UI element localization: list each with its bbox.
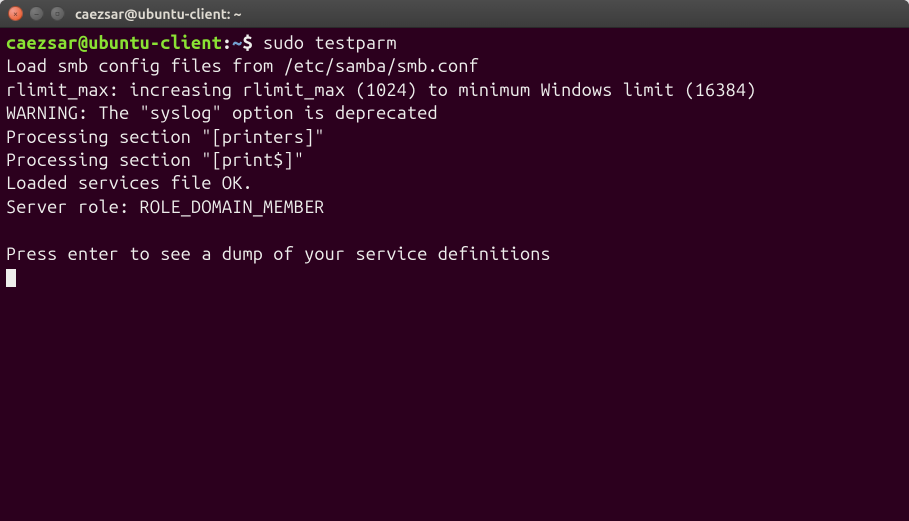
terminal-cursor <box>6 269 16 287</box>
titlebar[interactable]: × − ▫ caezsar@ubuntu-client: ~ <box>0 0 909 28</box>
output-line: WARNING: The "syslog" option is deprecat… <box>6 103 438 123</box>
window-controls: × − ▫ <box>8 6 65 21</box>
output-line: Processing section "[printers]" <box>6 127 325 147</box>
output-line: rlimit_max: increasing rlimit_max (1024)… <box>6 80 756 100</box>
terminal-body[interactable]: caezsar@ubuntu-client:~$ sudo testparm L… <box>0 28 909 293</box>
terminal-window: × − ▫ caezsar@ubuntu-client: ~ caezsar@u… <box>0 0 909 521</box>
output-line: Server role: ROLE_DOMAIN_MEMBER <box>6 197 325 217</box>
maximize-icon[interactable]: ▫ <box>50 6 65 21</box>
output-line: Loaded services file OK. <box>6 173 253 193</box>
output-line: Processing section "[print$]" <box>6 150 304 170</box>
prompt-user-host: caezsar@ubuntu-client <box>6 33 222 53</box>
prompt-path: ~ <box>232 33 242 53</box>
close-icon[interactable]: × <box>8 6 23 21</box>
minimize-icon[interactable]: − <box>29 6 44 21</box>
output-line: Press enter to see a dump of your servic… <box>6 244 551 264</box>
prompt-symbol: $ <box>242 33 263 53</box>
window-title: caezsar@ubuntu-client: ~ <box>75 6 242 22</box>
command-text: sudo testparm <box>263 33 397 53</box>
prompt-separator: : <box>222 33 232 53</box>
output-line: Load smb config files from /etc/samba/sm… <box>6 56 479 76</box>
